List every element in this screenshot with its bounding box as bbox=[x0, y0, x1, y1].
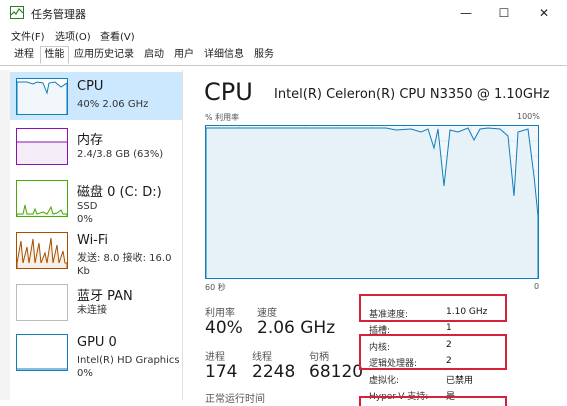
task-manager-icon bbox=[10, 6, 24, 19]
wifi-mini-graph bbox=[16, 232, 68, 269]
sidebar-gpu-name: GPU 0 bbox=[77, 335, 117, 350]
highlight-cores bbox=[359, 334, 507, 370]
gpu-mini-graph bbox=[16, 334, 68, 371]
sidebar-item-cpu[interactable]: CPU 40% 2.06 GHz bbox=[10, 72, 182, 120]
spec-sockets-value: 1 bbox=[446, 323, 452, 333]
sidebar-bluetooth-name: 蓝牙 PAN bbox=[77, 289, 133, 304]
sidebar-disk-usage: 0% bbox=[77, 214, 93, 225]
sidebar-disk-type: SSD bbox=[77, 201, 98, 212]
menu-bar: 文件(F) 选项(O) 查看(V) bbox=[0, 26, 567, 44]
sidebar-item-bluetooth[interactable]: 蓝牙 PAN 未连接 bbox=[10, 278, 182, 326]
cpu-usage-line bbox=[205, 127, 539, 278]
cpu-detail-panel: CPU Intel(R) Celeron(R) CPU N3350 @ 1.10… bbox=[183, 70, 567, 406]
handles-label: 句柄 bbox=[309, 352, 329, 363]
sidebar-cpu-sub: 40% 2.06 GHz bbox=[77, 99, 149, 110]
highlight-hyperv bbox=[359, 396, 507, 406]
sidebar-cpu-name: CPU bbox=[77, 79, 104, 94]
sidebar-gpu-model: Intel(R) HD Graphics bbox=[77, 355, 180, 366]
minimize-button[interactable]: — bbox=[446, 0, 486, 26]
graph-time-label: 60 秒 bbox=[205, 283, 226, 292]
resource-sidebar: CPU 40% 2.06 GHz 内存 2.4/3.8 GB (63%) 磁盘 … bbox=[10, 70, 183, 400]
sidebar-gpu-usage: 0% bbox=[77, 368, 93, 379]
tab-users[interactable]: 用户 bbox=[170, 47, 198, 65]
processes-value: 174 bbox=[205, 362, 238, 382]
speed-label: 速度 bbox=[257, 308, 277, 319]
tab-details[interactable]: 详细信息 bbox=[200, 47, 248, 65]
threads-label: 线程 bbox=[252, 352, 272, 363]
speed-value: 2.06 GHz bbox=[257, 318, 336, 338]
utilization-label: 利用率 bbox=[205, 308, 235, 319]
bluetooth-mini-graph bbox=[16, 284, 68, 321]
utilization-value: 40% bbox=[205, 318, 243, 338]
maximize-button[interactable]: ☐ bbox=[484, 0, 524, 26]
graph-max-label: 100% bbox=[517, 112, 540, 121]
close-button[interactable]: ✕ bbox=[524, 0, 564, 26]
sidebar-wifi-sub: 发送: 8.0 接收: 16.0 Kb bbox=[77, 253, 172, 277]
tab-performance[interactable]: 性能 bbox=[40, 46, 69, 64]
sidebar-disk-name: 磁盘 0 (C: D:) bbox=[77, 185, 162, 200]
threads-value: 2248 bbox=[252, 362, 296, 382]
sidebar-bluetooth-sub: 未连接 bbox=[77, 305, 107, 316]
memory-mini-graph bbox=[16, 128, 68, 165]
disk-mini-graph bbox=[16, 180, 68, 217]
tab-bar: 进程 性能 应用历史记录 启动 用户 详细信息 服务 bbox=[0, 45, 567, 66]
graph-axis-label: % 利用率 bbox=[205, 113, 240, 122]
menu-file[interactable]: 文件(F) bbox=[11, 28, 45, 43]
spec-virtualization-value: 已禁用 bbox=[446, 376, 474, 386]
tab-startup[interactable]: 启动 bbox=[140, 47, 168, 65]
menu-view[interactable]: 查看(V) bbox=[100, 28, 135, 43]
window-title: 任务管理器 bbox=[31, 8, 86, 21]
cpu-utilization-graph bbox=[205, 125, 539, 279]
tab-app-history[interactable]: 应用历史记录 bbox=[70, 47, 138, 65]
sidebar-memory-name: 内存 bbox=[77, 133, 104, 148]
tab-processes[interactable]: 进程 bbox=[9, 47, 39, 65]
uptime-label: 正常运行时间 bbox=[205, 394, 265, 405]
tab-services[interactable]: 服务 bbox=[250, 47, 278, 65]
spec-virtualization-label: 虚拟化: bbox=[369, 376, 400, 386]
sidebar-item-wifi[interactable]: Wi-Fi 发送: 8.0 接收: 16.0 Kb bbox=[10, 226, 182, 277]
menu-options[interactable]: 选项(O) bbox=[55, 28, 91, 43]
cpu-model-name: Intel(R) Celeron(R) CPU N3350 @ 1.10GHz bbox=[274, 87, 550, 102]
handles-value: 68120 bbox=[309, 362, 364, 382]
title-bar: 任务管理器 — ☐ ✕ bbox=[0, 0, 567, 26]
processes-label: 进程 bbox=[205, 352, 225, 363]
graph-min-label: 0 bbox=[534, 282, 540, 291]
sidebar-memory-sub: 2.4/3.8 GB (63%) bbox=[77, 149, 164, 160]
left-edge-strip bbox=[0, 70, 10, 400]
sidebar-wifi-name: Wi-Fi bbox=[77, 233, 109, 248]
highlight-base-speed bbox=[359, 294, 507, 322]
sidebar-item-memory[interactable]: 内存 2.4/3.8 GB (63%) bbox=[10, 122, 182, 170]
cpu-mini-graph bbox=[16, 78, 68, 115]
page-title: CPU bbox=[204, 78, 253, 106]
sidebar-item-disk[interactable]: 磁盘 0 (C: D:) SSD 0% bbox=[10, 174, 182, 225]
sidebar-item-gpu[interactable]: GPU 0 Intel(R) HD Graphics 0% bbox=[10, 328, 182, 379]
